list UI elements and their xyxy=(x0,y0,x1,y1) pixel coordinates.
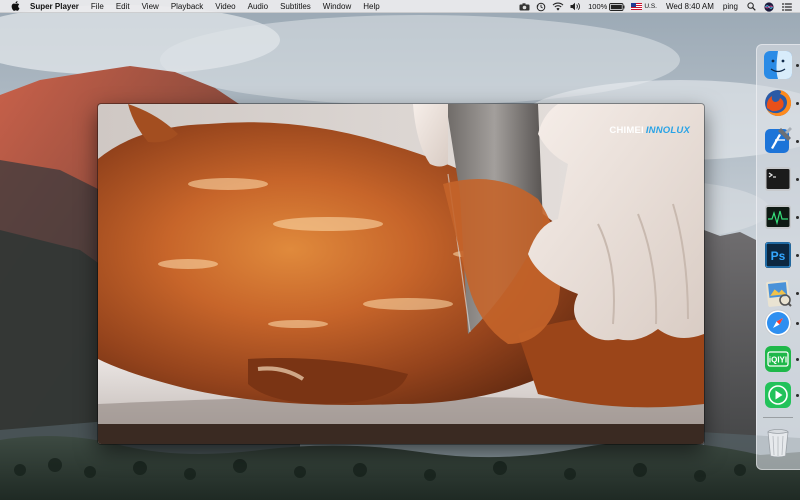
preview-icon xyxy=(766,280,792,307)
menu-bar: Super Player File Edit View Playback Vid… xyxy=(0,0,800,13)
camera-icon[interactable] xyxy=(519,2,530,11)
spotlight-search-icon[interactable] xyxy=(747,2,756,11)
iqiyi-icon: iQIYI xyxy=(765,346,791,372)
dock-item-iqiyi[interactable]: iQIYI xyxy=(762,343,794,375)
dock-running-indicator xyxy=(796,140,799,143)
dock-running-indicator xyxy=(796,254,799,257)
safari-icon xyxy=(764,309,792,337)
flag-icon[interactable] xyxy=(631,3,643,10)
menu-view[interactable]: View xyxy=(142,2,159,11)
dock-item-super-player[interactable] xyxy=(762,379,794,411)
finder-icon xyxy=(764,51,792,79)
xcode-icon xyxy=(765,127,792,153)
menu-playback[interactable]: Playback xyxy=(171,2,203,11)
menu-window[interactable]: Window xyxy=(323,2,351,11)
dock-item-preview[interactable] xyxy=(762,277,794,309)
battery-icon[interactable] xyxy=(609,2,625,11)
battery-percentage: 100% xyxy=(588,2,608,11)
dock-item-trash[interactable] xyxy=(762,427,794,459)
menu-edit[interactable]: Edit xyxy=(116,2,130,11)
user-menu[interactable]: ping xyxy=(723,2,738,11)
watermark-brand-a: CHIMEI xyxy=(609,125,644,136)
dock-running-indicator xyxy=(796,394,799,397)
menu-help[interactable]: Help xyxy=(363,2,379,11)
apple-menu-icon[interactable] xyxy=(10,1,20,11)
dock-running-indicator xyxy=(796,178,799,181)
terminal-icon xyxy=(765,167,791,191)
dock-item-photoshop[interactable]: Ps xyxy=(762,239,794,271)
dock-item-activity-monitor[interactable] xyxy=(762,201,794,233)
photoshop-icon: Ps xyxy=(765,242,791,268)
dock-running-indicator xyxy=(796,292,799,295)
dock-running-indicator xyxy=(796,216,799,219)
firefox-icon xyxy=(765,89,792,116)
super-player-icon xyxy=(765,382,791,408)
status-area: 100% U.S. Wed 8:40 AM ping xyxy=(513,0,800,13)
photoshop-label: Ps xyxy=(771,249,786,263)
siri-icon[interactable] xyxy=(764,1,774,12)
menubar-clock[interactable]: Wed 8:40 AM xyxy=(666,2,714,11)
menu-audio[interactable]: Audio xyxy=(248,2,268,11)
dock-item-terminal[interactable] xyxy=(762,163,794,195)
video-watermark: CHIMEI INNOLUX xyxy=(609,125,690,136)
dock-running-indicator xyxy=(796,64,799,67)
dock-running-indicator xyxy=(796,322,799,325)
menu-file[interactable]: File xyxy=(91,2,104,11)
video-player-window[interactable]: CHIMEI INNOLUX xyxy=(98,104,704,444)
dock-running-indicator xyxy=(796,102,799,105)
menu-subtitles[interactable]: Subtitles xyxy=(280,2,311,11)
trash-icon xyxy=(767,429,789,458)
watermark-brand-b: INNOLUX xyxy=(645,125,690,136)
input-source-label[interactable]: U.S. xyxy=(644,3,657,10)
volume-icon[interactable] xyxy=(570,2,582,11)
wifi-icon[interactable] xyxy=(552,2,564,11)
activity-monitor-icon xyxy=(765,205,791,229)
dock: Ps iQIYI xyxy=(756,44,800,470)
iqiyi-label: iQIYI xyxy=(769,356,787,365)
dock-item-firefox[interactable] xyxy=(762,87,794,119)
dock-item-safari[interactable] xyxy=(762,307,794,339)
video-frame xyxy=(98,104,704,444)
dock-item-finder[interactable] xyxy=(762,49,794,81)
app-menu[interactable]: Super Player xyxy=(30,2,79,11)
notification-center-icon[interactable] xyxy=(782,2,792,11)
time-machine-icon[interactable] xyxy=(536,2,546,12)
dock-separator xyxy=(763,417,793,418)
dock-item-xcode[interactable] xyxy=(762,125,794,157)
dock-running-indicator xyxy=(796,358,799,361)
menu-video[interactable]: Video xyxy=(215,2,235,11)
